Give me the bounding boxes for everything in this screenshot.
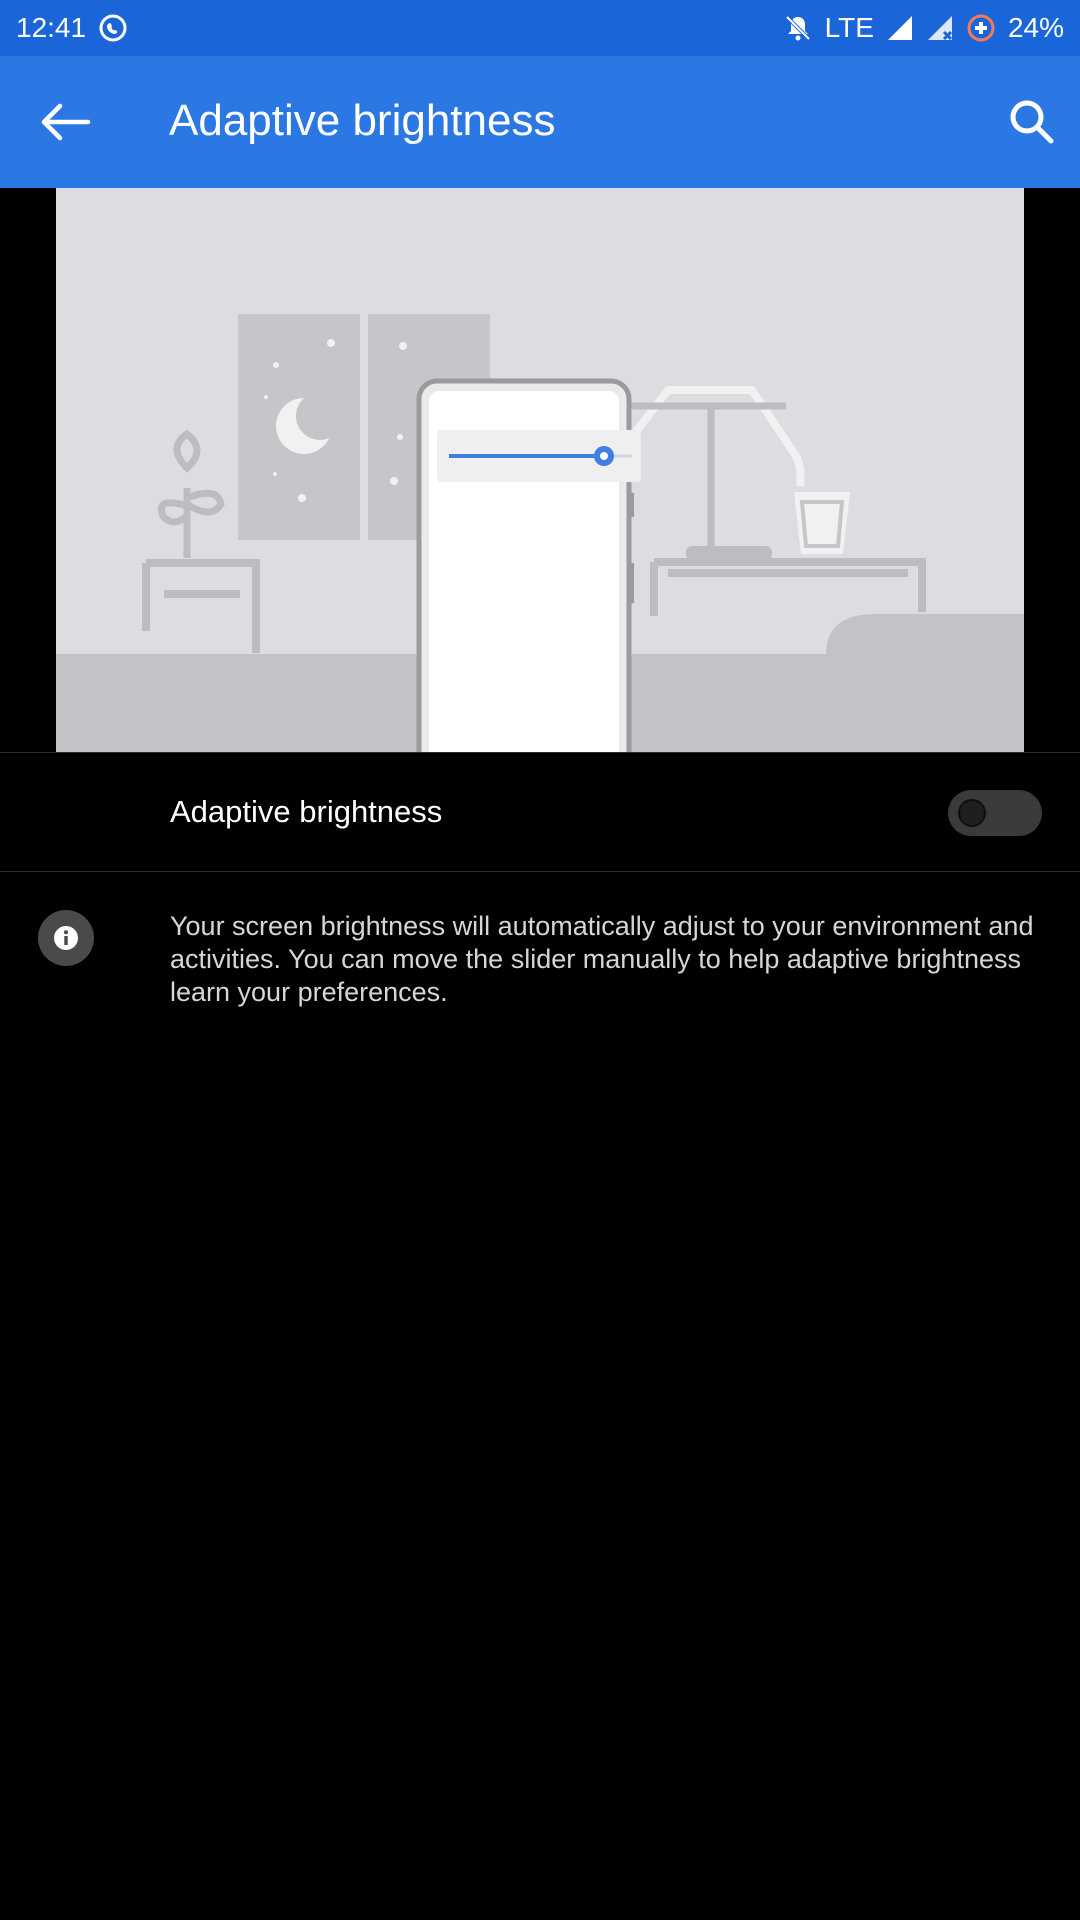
- network-type: LTE: [824, 12, 874, 43]
- battery-level: 24%: [1007, 12, 1064, 43]
- divider: [0, 752, 1080, 753]
- whatsapp-icon: [99, 14, 127, 42]
- adaptive-brightness-toggle[interactable]: [948, 790, 1042, 836]
- brightness-illustration: [56, 188, 1024, 752]
- status-bar: 12:41 LTE 24%: [0, 0, 1080, 56]
- mute-icon: [785, 15, 811, 41]
- divider: [0, 871, 1080, 872]
- setting-label: Adaptive brightness: [170, 794, 443, 829]
- signal-icon: [887, 16, 912, 40]
- data-saver-icon: [967, 14, 995, 42]
- signal-no-data-icon: [927, 16, 953, 41]
- app-bar: Adaptive brightness: [0, 56, 1080, 188]
- page-title: Adaptive brightness: [169, 96, 556, 145]
- info-icon: [38, 910, 94, 966]
- toggle-knob: [958, 799, 986, 827]
- adaptive-brightness-row[interactable]: Adaptive brightness: [0, 754, 1080, 870]
- bedroom-scene-illustration: [56, 314, 1024, 752]
- info-description: Your screen brightness will automaticall…: [170, 911, 1034, 1007]
- status-time: 12:41: [16, 12, 87, 43]
- arrow-back-icon[interactable]: [38, 102, 94, 142]
- search-icon[interactable]: [1008, 98, 1054, 144]
